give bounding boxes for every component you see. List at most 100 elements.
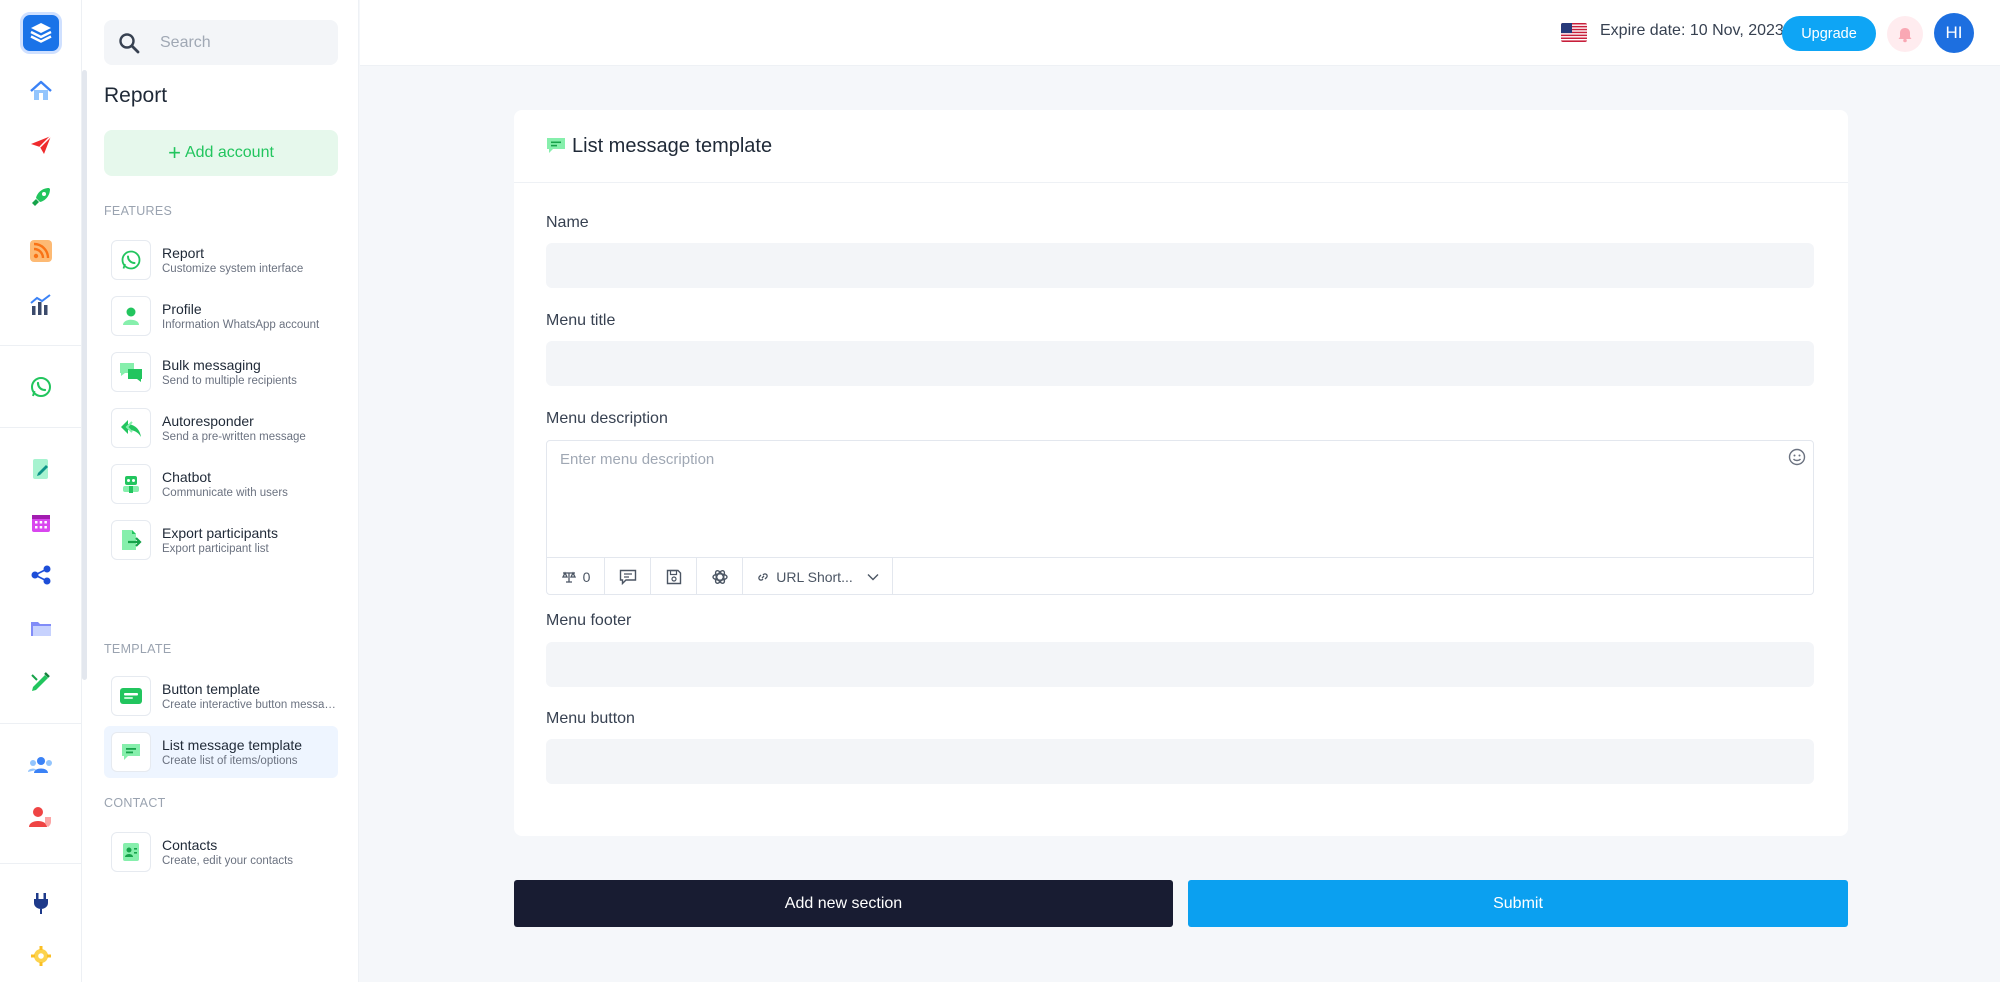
add-new-section-button[interactable]: Add new section	[514, 880, 1173, 927]
share-icon[interactable]	[24, 558, 58, 592]
chevron-down-icon	[867, 573, 879, 580]
spintax-icon	[561, 571, 576, 583]
sidebar-scrollbar[interactable]	[82, 70, 87, 680]
sidebar-item-subtitle: Create, edit your contacts	[162, 855, 294, 867]
menu-button-label: Menu button	[546, 710, 635, 727]
home-icon[interactable]	[24, 74, 58, 108]
plug-icon[interactable]	[24, 886, 58, 920]
expire-date: Expire date: 10 Nov, 2023	[1600, 22, 1784, 39]
us-flag-icon[interactable]	[1561, 23, 1587, 42]
whatsapp-icon[interactable]	[24, 370, 58, 404]
card-header: List message template	[514, 110, 1848, 183]
features-section-label: FEATURES	[104, 204, 173, 218]
folder-icon[interactable]	[24, 611, 58, 645]
template-section-label: TEMPLATE	[104, 642, 172, 656]
sidebar-item-title: Contacts	[162, 837, 218, 853]
sidebar-item-list-message-template[interactable]: List message template Create list of ite…	[104, 726, 338, 778]
reply-icon	[111, 408, 151, 448]
menu-footer-label: Menu footer	[546, 612, 632, 629]
menu-description-editor: 0 URL Short...	[546, 440, 1814, 595]
add-account-label: Add account	[184, 144, 274, 161]
button-template-icon	[111, 676, 151, 716]
user-shield-icon[interactable]	[24, 800, 58, 834]
send-icon[interactable]	[24, 128, 58, 162]
sidebar-item-subtitle: Send a pre-written message	[162, 431, 306, 443]
top-header: Expire date: 10 Nov, 2023 Upgrade HI	[360, 0, 2000, 66]
sidebar-item-autoresponder[interactable]: Autoresponder Send a pre-written message	[104, 402, 338, 454]
menu-footer-input[interactable]	[546, 642, 1814, 687]
upgrade-button[interactable]: Upgrade	[1782, 16, 1876, 51]
menu-button-input[interactable]	[546, 739, 1814, 784]
list-message-icon	[546, 136, 566, 156]
submit-button[interactable]: Submit	[1188, 880, 1848, 927]
sidebar-item-title: List message template	[162, 737, 303, 753]
sidebar-item-subtitle: Send to multiple recipients	[162, 375, 297, 387]
sidebar-item-title: Profile	[162, 301, 202, 317]
sidebar-item-title: Report	[162, 245, 205, 261]
sidebar-item-subtitle: Create interactive button messages	[162, 699, 336, 711]
sidebar-item-subtitle: Export participant list	[162, 543, 269, 555]
add-account-button[interactable]: + Add account	[104, 130, 338, 176]
analytics-icon[interactable]	[24, 288, 58, 322]
settings-gear-icon[interactable]	[24, 939, 58, 973]
sidebar-item-subtitle: Information WhatsApp account	[162, 319, 320, 331]
calendar-icon[interactable]	[24, 506, 58, 540]
url-shortener-label: URL Short...	[776, 568, 853, 585]
menu-title-label: Menu title	[546, 312, 616, 329]
robot-icon	[111, 464, 151, 504]
sidebar-item-profile[interactable]: Profile Information WhatsApp account	[104, 290, 338, 342]
search-box	[104, 20, 338, 65]
openai-icon	[711, 569, 728, 584]
plus-icon: +	[168, 140, 181, 165]
spintax-count: 0	[582, 568, 591, 585]
sidebar-title: Report	[104, 84, 168, 107]
sidebar-item-export-participants[interactable]: Export participants Export participant l…	[104, 514, 338, 566]
rss-icon[interactable]	[24, 234, 58, 268]
app-logo-icon[interactable]	[20, 12, 62, 54]
comment-icon	[619, 569, 636, 585]
editor-toolbar: 0 URL Short...	[547, 557, 1813, 595]
sidebar-item-report[interactable]: Report Customize system interface	[104, 234, 338, 286]
sidebar-item-subtitle: Communicate with users	[162, 487, 288, 499]
comment-button[interactable]	[605, 558, 651, 595]
team-icon[interactable]	[24, 748, 58, 782]
menu-title-input[interactable]	[546, 341, 1814, 386]
list-message-template-card: List message template Name Menu title Me…	[514, 110, 1848, 836]
sidebar-item-title: Chatbot	[162, 469, 212, 485]
sidebar-item-contacts[interactable]: Contacts Create, edit your contacts	[104, 826, 338, 878]
link-icon	[758, 572, 768, 581]
name-input[interactable]	[546, 243, 1814, 288]
list-message-icon	[111, 732, 151, 772]
sidebar-item-chatbot[interactable]: Chatbot Communicate with users	[104, 458, 338, 510]
name-label: Name	[546, 214, 589, 231]
rocket-icon[interactable]	[24, 180, 58, 214]
menu-description-label: Menu description	[546, 410, 668, 427]
save-caption-button[interactable]	[651, 558, 697, 595]
contacts-icon	[111, 832, 151, 872]
sidebar-item-bulk-messaging[interactable]: Bulk messaging Send to multiple recipien…	[104, 346, 338, 398]
whatsapp-icon	[111, 240, 151, 280]
sidebar-item-title: Autoresponder	[162, 413, 254, 429]
menu-description-textarea[interactable]	[547, 441, 1777, 557]
sidebar-item-subtitle: Create list of items/options	[162, 755, 298, 767]
icon-rail	[0, 0, 82, 982]
sidebar-item-button-template[interactable]: Button template Create interactive butto…	[104, 670, 338, 722]
sidebar-item-title: Export participants	[162, 525, 278, 541]
spintax-counter-button[interactable]: 0	[547, 558, 605, 595]
sidebar-item-title: Bulk messaging	[162, 357, 261, 373]
emoji-icon[interactable]	[1787, 447, 1807, 467]
chat-bubbles-icon	[111, 352, 151, 392]
search-icon	[116, 30, 142, 56]
url-shortener-dropdown[interactable]: URL Short...	[743, 558, 893, 595]
floppy-disk-icon	[666, 569, 681, 584]
user-avatar[interactable]: HI	[1934, 13, 1974, 53]
search-input[interactable]	[160, 33, 320, 52]
sidebar-item-title: Button template	[162, 681, 261, 697]
sidebar-item-subtitle: Customize system interface	[162, 263, 304, 275]
notification-bell-icon[interactable]	[1887, 16, 1923, 52]
file-export-icon	[111, 520, 151, 560]
user-icon	[111, 296, 151, 336]
pencil-ruler-icon[interactable]	[24, 664, 58, 698]
edit-document-icon[interactable]	[24, 452, 58, 486]
ai-assistant-button[interactable]	[697, 558, 743, 595]
